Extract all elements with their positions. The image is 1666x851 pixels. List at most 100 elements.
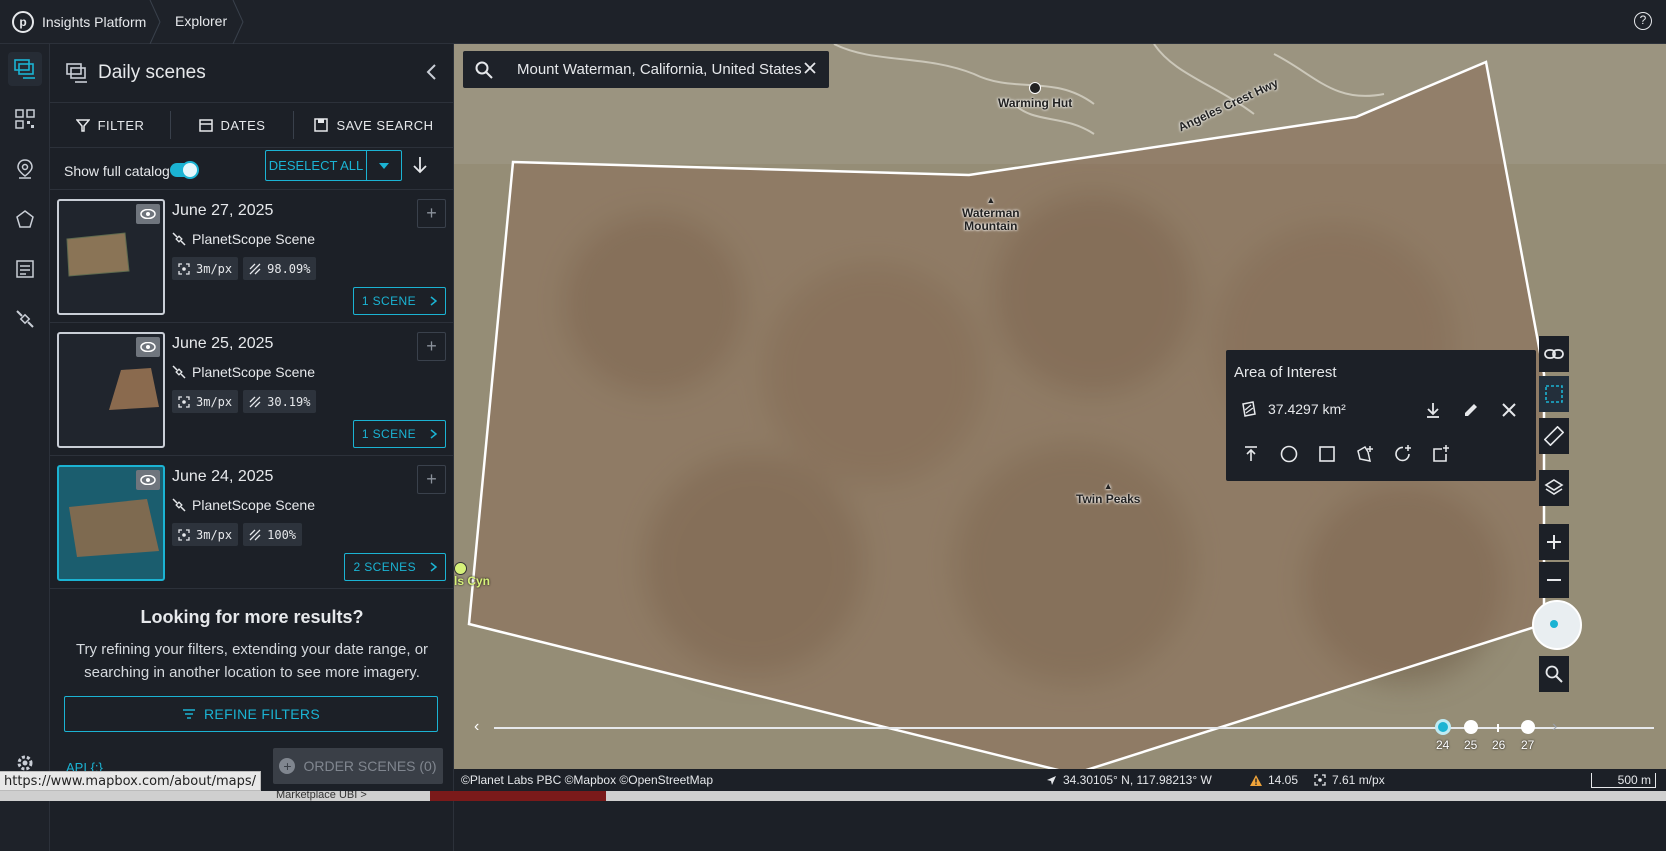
scene-type: PlanetScope Scene — [172, 497, 315, 513]
scene-count-button[interactable]: 2 SCENES — [344, 553, 446, 581]
timeline-dot-24[interactable] — [1435, 719, 1451, 735]
eye-icon — [140, 475, 156, 485]
dates-label: DATES — [220, 117, 266, 133]
timeline-next-icon[interactable]: › — [1552, 718, 1557, 736]
satellite-icon[interactable] — [8, 302, 42, 336]
upload-icon[interactable] — [1242, 445, 1260, 463]
scene-thumbnail[interactable] — [57, 199, 165, 315]
visibility-toggle[interactable] — [136, 337, 160, 357]
rectangle-draw-icon[interactable] — [1318, 445, 1336, 463]
download-icon[interactable] — [1424, 401, 1442, 419]
add-scene-button[interactable]: + — [417, 332, 446, 361]
scene-thumbnail[interactable] — [57, 332, 165, 448]
breadcrumb-separator — [149, 0, 161, 44]
timeline-dot-25[interactable] — [1464, 720, 1478, 734]
map-footer: ©Planet Labs PBC ©Mapbox ©OpenStreetMap … — [454, 769, 1666, 791]
coverage-icon — [249, 263, 261, 274]
aoi-draw-tools — [1242, 445, 1450, 463]
dates-button[interactable]: DATES — [171, 103, 293, 147]
warning-icon — [1250, 774, 1262, 786]
map-resolution: 7.61 m/px — [1314, 773, 1385, 787]
visibility-toggle[interactable] — [136, 470, 160, 490]
measure-tool-button[interactable] — [1539, 418, 1569, 454]
add-scene-button[interactable]: + — [417, 199, 446, 228]
taskbar-item[interactable]: Marketplace UBI > — [276, 791, 367, 801]
selection-dropdown[interactable] — [367, 151, 401, 180]
timeline-track[interactable] — [494, 727, 1654, 729]
scene-thumbnail[interactable] — [57, 465, 165, 581]
scene-type-label: PlanetScope Scene — [192, 231, 315, 247]
clear-search-icon[interactable] — [803, 61, 817, 75]
timeline-dot-27[interactable] — [1521, 720, 1535, 734]
save-search-label: SAVE SEARCH — [336, 117, 434, 133]
satellite-icon — [172, 498, 186, 512]
refine-filters-button[interactable]: REFINE FILTERS — [64, 696, 438, 732]
minimap-location-dot — [1550, 620, 1558, 628]
scenes-panel: Daily scenes FILTER DATES SAVE SEARCH Sh… — [50, 44, 454, 851]
breadcrumb-explorer[interactable]: Explorer — [175, 0, 227, 44]
pin-icon[interactable] — [8, 152, 42, 186]
globe-minimap[interactable] — [1532, 600, 1582, 650]
scene-count-label: 1 SCENE — [361, 294, 416, 308]
scene-card[interactable]: June 27, 2025 PlanetScope Scene 3m/px 98… — [50, 189, 454, 322]
caret-down-icon — [379, 162, 389, 169]
add-scene-button[interactable]: + — [417, 465, 446, 494]
link-tool-button[interactable] — [1539, 336, 1569, 372]
grid-icon[interactable] — [8, 102, 42, 136]
rectangle-add-icon[interactable] — [1432, 445, 1450, 463]
map-attribution[interactable]: ©Planet Labs PBC ©Mapbox ©OpenStreetMap — [461, 773, 713, 787]
aoi-title: Area of Interest — [1234, 364, 1337, 381]
zoom-to-area-button[interactable] — [1539, 656, 1569, 692]
catalog-icon[interactable] — [8, 252, 42, 286]
scenes-icon[interactable] — [8, 52, 42, 86]
scene-card[interactable]: June 25, 2025 PlanetScope Scene 3m/px 30… — [50, 322, 454, 455]
timeline-prev-icon[interactable]: ‹ — [474, 718, 479, 736]
scene-count-button[interactable]: 1 SCENE — [352, 420, 446, 448]
resolution-value: 3m/px — [196, 394, 233, 409]
scene-card[interactable]: June 24, 2025 PlanetScope Scene 3m/px 10… — [50, 455, 454, 588]
circle-draw-icon[interactable] — [1280, 445, 1298, 463]
taskbar-item-highlight — [430, 791, 606, 801]
panel-toolbar: FILTER DATES SAVE SEARCH — [50, 102, 454, 148]
polygon-add-icon[interactable] — [1356, 445, 1374, 463]
close-icon[interactable] — [1500, 401, 1518, 419]
location-search[interactable]: Mount Waterman, California, United State… — [463, 51, 829, 88]
brand[interactable]: p Insights Platform — [0, 0, 146, 44]
deselect-all-button[interactable]: DESELECT ALL — [266, 151, 367, 180]
coverage-tag: 30.19% — [243, 390, 317, 413]
sort-icon[interactable] — [412, 156, 428, 174]
zoom-out-button[interactable] — [1539, 562, 1569, 598]
edit-icon[interactable] — [1462, 401, 1480, 419]
map-resolution-value: 7.61 m/px — [1332, 773, 1385, 787]
circle-add-icon[interactable] — [1394, 445, 1412, 463]
select-area-tool-button[interactable] — [1539, 376, 1569, 412]
visibility-toggle[interactable] — [136, 204, 160, 224]
help-icon[interactable]: ? — [1634, 12, 1652, 30]
show-full-catalog-label: Show full catalog — [64, 163, 170, 179]
timeline-tick-26[interactable] — [1497, 724, 1499, 732]
filter-icon — [75, 119, 90, 132]
filter-button[interactable]: FILTER — [50, 103, 170, 147]
search-input-value[interactable]: Mount Waterman, California, United State… — [517, 61, 802, 78]
map-view[interactable]: Mount Waterman, California, United State… — [454, 44, 1666, 800]
aoi-area: 37.4297 km² — [1240, 401, 1346, 417]
save-search-button[interactable]: SAVE SEARCH — [294, 103, 454, 147]
navigation-arrow-icon — [1047, 775, 1056, 785]
show-full-catalog-toggle[interactable] — [170, 161, 199, 179]
order-scenes-button[interactable]: + ORDER SCENES (0) — [273, 748, 443, 784]
poi-warming-hut: Warming Hut — [998, 82, 1072, 110]
scene-type: PlanetScope Scene — [172, 231, 315, 247]
chevron-right-icon — [430, 562, 437, 572]
zoom-in-button[interactable] — [1539, 524, 1569, 560]
polygon-area-icon — [1242, 401, 1256, 417]
scene-count-button[interactable]: 1 SCENE — [352, 287, 446, 315]
resolution-value: 3m/px — [196, 527, 233, 542]
search-icon — [475, 61, 493, 79]
polygon-icon[interactable] — [8, 202, 42, 236]
resolution-icon — [178, 528, 190, 541]
scene-type: PlanetScope Scene — [172, 364, 315, 380]
ruler-icon — [1544, 426, 1564, 446]
canyon-label: ls Cyn — [454, 562, 490, 588]
collapse-panel-icon[interactable] — [425, 62, 439, 82]
layers-tool-button[interactable] — [1539, 470, 1569, 506]
